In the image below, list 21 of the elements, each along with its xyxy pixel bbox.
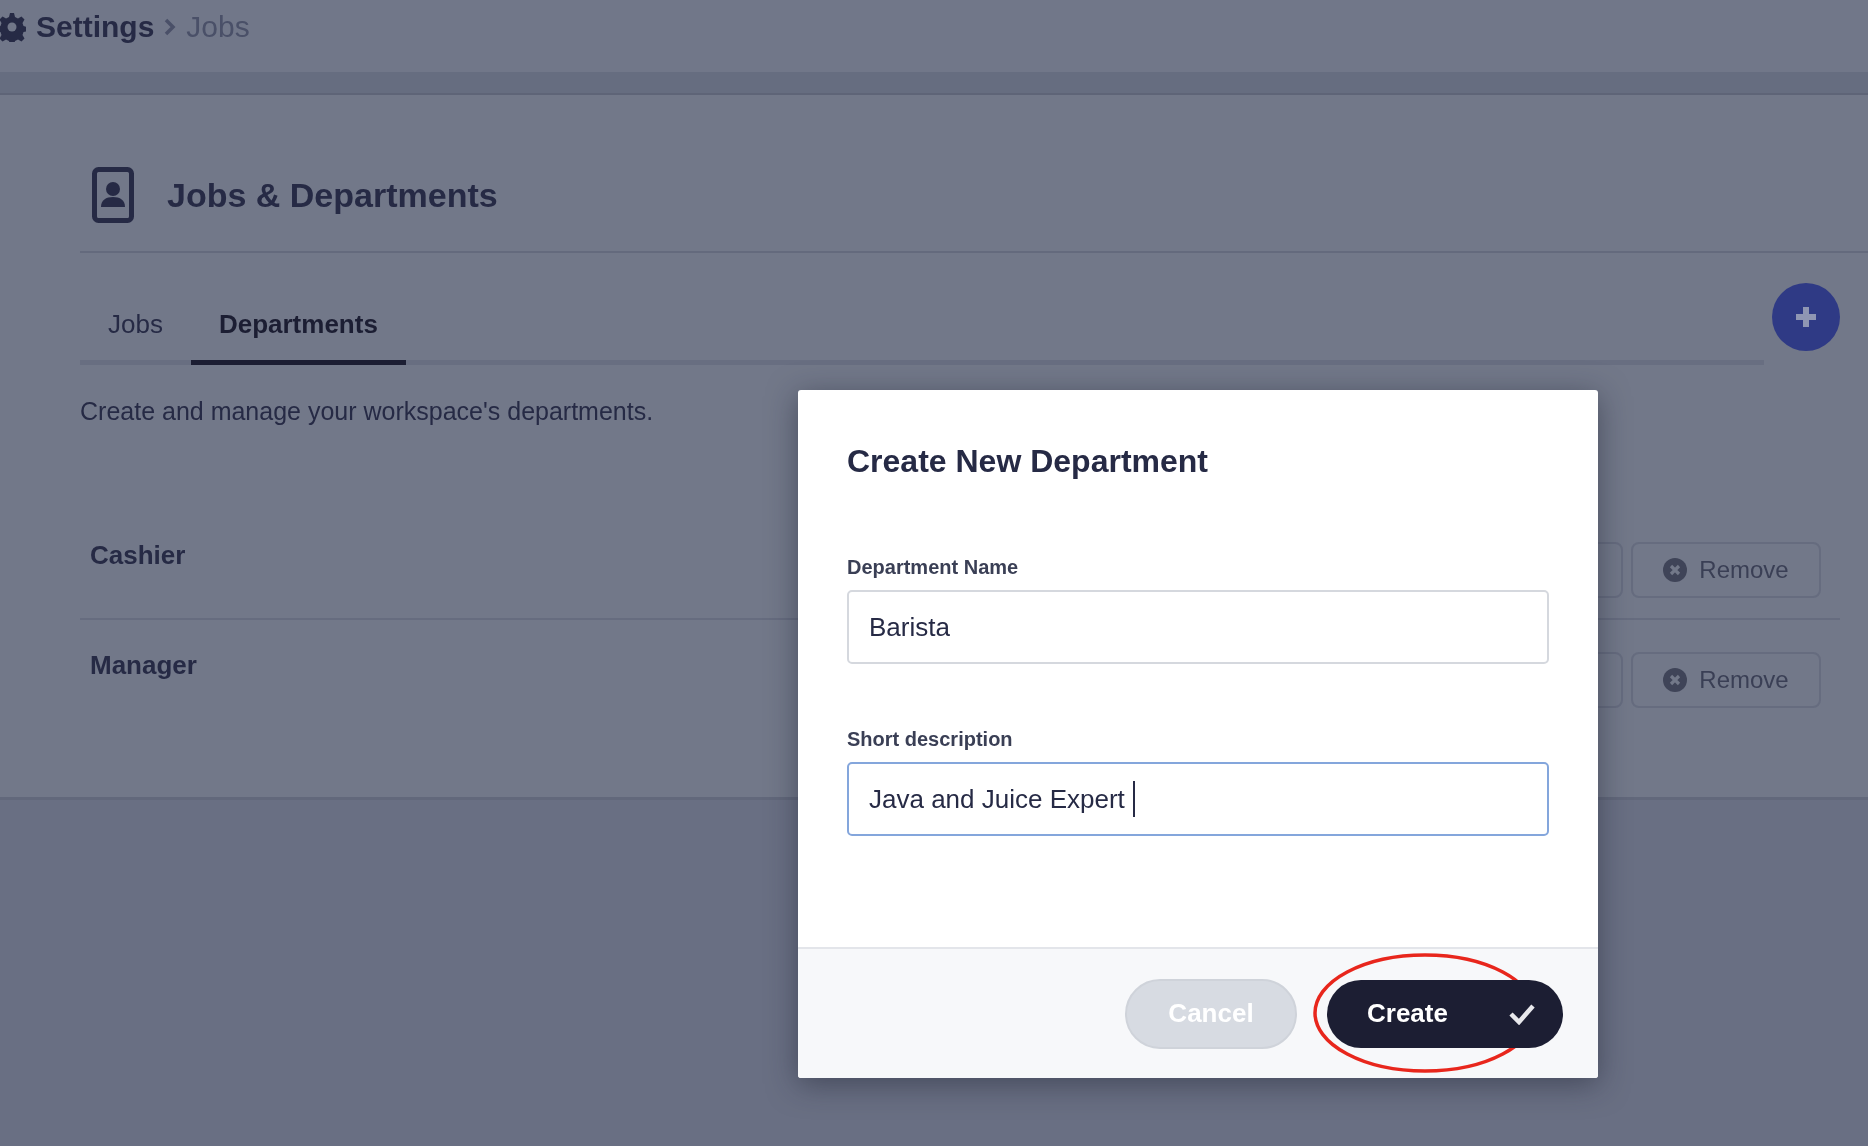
remove-button[interactable]: Remove (1631, 542, 1821, 598)
chevron-right-icon (164, 18, 177, 36)
remove-button[interactable]: Remove (1631, 652, 1821, 708)
checkmark-icon (1509, 1002, 1535, 1025)
page-title: Jobs & Departments (167, 175, 498, 215)
close-circle-icon (1663, 668, 1688, 692)
input-field[interactable]: Barista (847, 590, 1549, 664)
input-field[interactable]: Java and Juice Expert (847, 762, 1549, 836)
plus-icon (1794, 304, 1818, 329)
tab[interactable]: Jobs (80, 278, 191, 365)
create-button[interactable]: Create (1327, 979, 1563, 1048)
field-label: Department Name (847, 555, 1020, 579)
department-name: Manager (90, 650, 197, 681)
department-name: Cashier (90, 540, 186, 571)
page-description: Create and manage your workspace's departments. (80, 396, 655, 427)
field-label: Short description (847, 727, 1014, 751)
tab[interactable]: Departments (190, 278, 406, 365)
close-circle-icon (1663, 558, 1688, 582)
breadcrumb-link[interactable]: Settings (36, 10, 155, 44)
dialog-title: Create New Department (847, 442, 1209, 480)
contact-card-icon (92, 167, 134, 223)
